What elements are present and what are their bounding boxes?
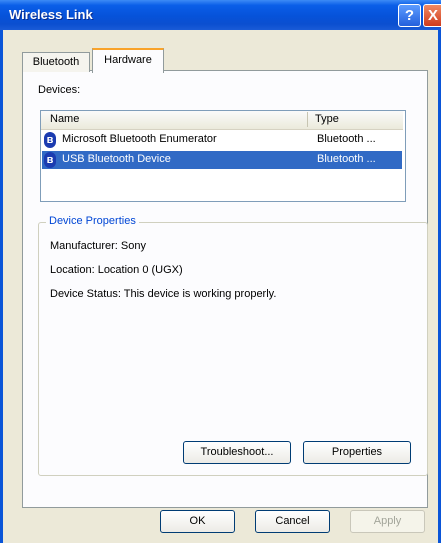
apply-button: Apply bbox=[350, 510, 425, 533]
column-name-header[interactable]: Name bbox=[50, 113, 79, 125]
help-button[interactable]: ? bbox=[398, 4, 421, 27]
device-type: Bluetooth ... bbox=[317, 153, 376, 165]
column-divider[interactable] bbox=[307, 112, 308, 127]
device-name: USB Bluetooth Device bbox=[62, 153, 171, 165]
device-properties-group bbox=[38, 222, 428, 476]
window-title: Wireless Link bbox=[9, 7, 93, 22]
location-text: Location: Location 0 (UGX) bbox=[50, 264, 183, 276]
title-bar[interactable]: Wireless Link ? X bbox=[0, 0, 441, 30]
bluetooth-icon: ʙ bbox=[44, 132, 56, 148]
device-row-microsoft-enumerator[interactable]: ʙ Microsoft Bluetooth Enumerator Bluetoo… bbox=[42, 131, 402, 149]
window-border-left bbox=[0, 30, 3, 543]
device-properties-legend: Device Properties bbox=[46, 215, 139, 227]
wireless-link-dialog: Wireless Link ? X Bluetooth Hardware Dev… bbox=[0, 0, 441, 543]
manufacturer-text: Manufacturer: Sony bbox=[50, 240, 146, 252]
device-status-text: Device Status: This device is working pr… bbox=[50, 288, 277, 300]
bluetooth-icon: ʙ bbox=[44, 152, 56, 168]
device-row-usb-bluetooth[interactable]: ʙ USB Bluetooth Device Bluetooth ... bbox=[42, 151, 402, 169]
cancel-button[interactable]: Cancel bbox=[255, 510, 330, 533]
close-button[interactable]: X bbox=[423, 4, 441, 27]
tab-hardware[interactable]: Hardware bbox=[92, 48, 164, 73]
troubleshoot-button[interactable]: Troubleshoot... bbox=[183, 441, 291, 464]
ok-button[interactable]: OK bbox=[160, 510, 235, 533]
devices-label: Devices: bbox=[38, 84, 81, 96]
devices-column-header bbox=[41, 111, 403, 130]
column-type-header[interactable]: Type bbox=[315, 113, 339, 125]
properties-button[interactable]: Properties bbox=[303, 441, 411, 464]
tab-bluetooth[interactable]: Bluetooth bbox=[22, 52, 90, 72]
device-name: Microsoft Bluetooth Enumerator bbox=[62, 133, 217, 145]
device-type: Bluetooth ... bbox=[317, 133, 376, 145]
